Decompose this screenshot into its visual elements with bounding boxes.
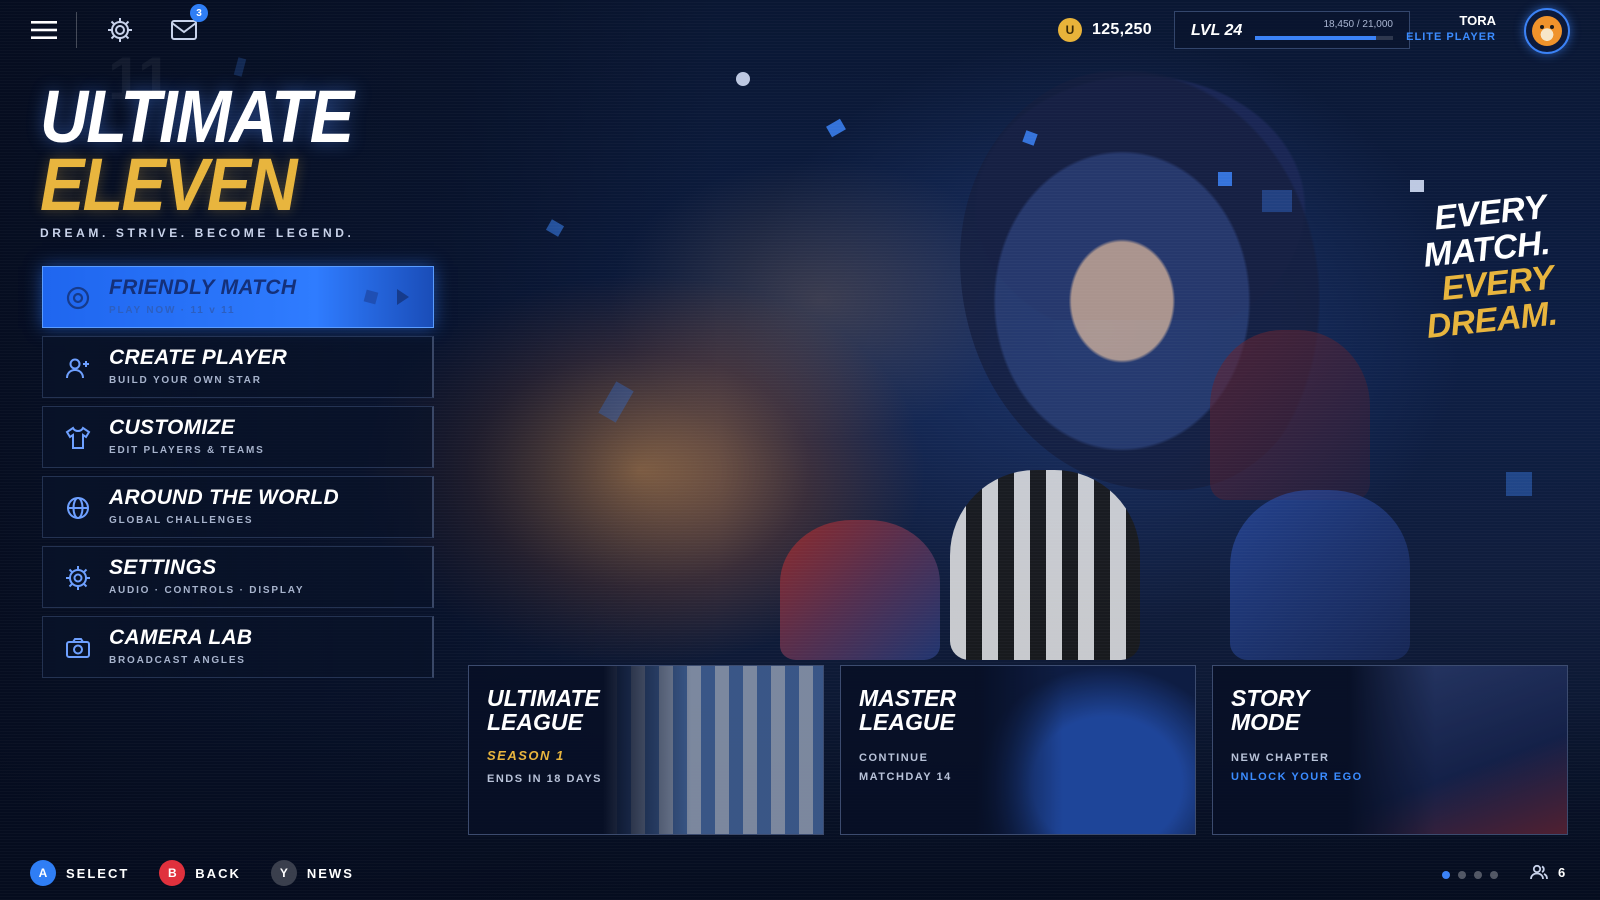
card-tag: SEASON 1 <box>487 748 565 764</box>
card-title: ULTIMATE LEAGUE <box>487 685 600 736</box>
a-button-icon: A <box>30 860 56 886</box>
menu-item-subtitle: PLAY NOW · 11 v 11 <box>109 305 236 316</box>
target-icon <box>66 286 90 310</box>
level-panel[interactable]: LVL 24 18,450 / 21,000 <box>1174 11 1410 49</box>
menu-item-title: CREATE PLAYER <box>109 346 288 369</box>
game-tagline: DREAM. STRIVE. BECOME LEGEND. <box>40 226 355 240</box>
mode-card-ultimate-league[interactable]: ULTIMATE LEAGUE SEASON 1 ENDS IN 18 DAYS <box>468 665 824 835</box>
gear-icon <box>66 566 90 590</box>
card-line: NEW CHAPTER <box>1231 752 1330 765</box>
users-icon <box>1530 864 1548 880</box>
profile-info[interactable]: TORA ELITE PLAYER <box>1406 13 1496 43</box>
card-line: CONTINUE <box>859 752 929 765</box>
back-hint[interactable]: B BACK <box>159 860 241 886</box>
card-art <box>1347 666 1567 834</box>
xp-progress-bar <box>1255 36 1393 40</box>
menu-item-title: AROUND THE WORLD <box>109 486 339 509</box>
card-title: MASTER LEAGUE <box>859 685 957 736</box>
page-dot[interactable] <box>1458 871 1466 879</box>
shirt-icon <box>65 426 91 449</box>
menu-item-subtitle: EDIT PLAYERS & TEAMS <box>109 445 265 456</box>
select-hint[interactable]: A SELECT <box>30 860 129 886</box>
coin-icon: U <box>1058 18 1082 42</box>
xp-progress-fill <box>1255 36 1377 40</box>
menu-item-subtitle: BUILD YOUR OWN STAR <box>109 375 262 386</box>
hint-label: NEWS <box>306 865 354 881</box>
mode-card-story-mode[interactable]: STORY MODE NEW CHAPTER UNLOCK YOUR EGO <box>1212 665 1568 835</box>
player-rank: ELITE PLAYER <box>1406 31 1496 43</box>
mail-icon <box>171 20 197 40</box>
menu-item-camera-lab[interactable]: CAMERA LAB BROADCAST ANGLES <box>42 616 434 678</box>
camera-icon <box>66 638 90 658</box>
main-menu: FRIENDLY MATCH PLAY NOW · 11 v 11 CREATE… <box>42 266 434 686</box>
news-hint[interactable]: Y NEWS <box>270 860 354 886</box>
notification-badge: 3 <box>190 4 208 22</box>
tiger-avatar-icon <box>1532 16 1562 46</box>
menu-item-subtitle: BROADCAST ANGLES <box>109 655 246 666</box>
avatar[interactable] <box>1524 8 1570 54</box>
menu-item-friendly-match[interactable]: FRIENDLY MATCH PLAY NOW · 11 v 11 <box>42 266 434 328</box>
menu-item-title: FRIENDLY MATCH <box>109 276 297 299</box>
mail-button[interactable]: 3 <box>166 4 208 48</box>
controller-hints: A SELECT B BACK Y NEWS <box>30 860 354 886</box>
menu-item-create-player[interactable]: CREATE PLAYER BUILD YOUR OWN STAR <box>42 336 434 398</box>
card-title: STORY MODE <box>1231 685 1309 736</box>
top-bar: 3 U 125,250 LVL 24 18,450 / 21,000 TORA … <box>0 0 1600 64</box>
page-indicator <box>1442 871 1498 879</box>
play-arrow-icon <box>397 289 409 305</box>
page-dot[interactable] <box>1490 871 1498 879</box>
player-name: TORA <box>1459 13 1496 28</box>
online-count: 6 <box>1558 864 1566 880</box>
menu-item-customize[interactable]: CUSTOMIZE EDIT PLAYERS & TEAMS <box>42 406 434 468</box>
add-user-icon <box>66 358 89 379</box>
menu-item-title: CUSTOMIZE <box>109 416 235 439</box>
page-dot[interactable] <box>1442 871 1450 879</box>
card-art <box>975 666 1195 834</box>
menu-item-subtitle: AUDIO · CONTROLS · DISPLAY <box>109 585 305 596</box>
card-art <box>603 666 823 834</box>
game-title-line2: ELEVEN <box>40 143 297 226</box>
coin-balance: U 125,250 <box>1058 18 1152 42</box>
selection-marker <box>363 289 379 305</box>
level-label: LVL 24 <box>1191 22 1243 39</box>
slogan: EVERY MATCH. EVERY DREAM. <box>1414 188 1559 346</box>
menu-item-title: SETTINGS <box>109 556 217 579</box>
menu-item-around-the-world[interactable]: AROUND THE WORLD GLOBAL CHALLENGES <box>42 476 434 538</box>
page-dot[interactable] <box>1474 871 1482 879</box>
menu-item-settings[interactable]: SETTINGS AUDIO · CONTROLS · DISPLAY <box>42 546 434 608</box>
card-line: ENDS IN 18 DAYS <box>487 773 603 786</box>
hint-label: SELECT <box>66 865 130 881</box>
globe-icon <box>67 497 89 519</box>
hamburger-menu-icon[interactable] <box>26 12 62 48</box>
card-line: UNLOCK YOUR EGO <box>1231 771 1363 784</box>
mode-card-master-league[interactable]: MASTER LEAGUE CONTINUE MATCHDAY 14 <box>840 665 1196 835</box>
coin-value: 125,250 <box>1092 21 1152 38</box>
hint-label: BACK <box>195 865 241 881</box>
b-button-icon: B <box>159 860 186 886</box>
gear-icon[interactable] <box>102 12 138 48</box>
xp-text: 18,450 / 21,000 <box>1323 19 1393 30</box>
y-button-icon: Y <box>270 860 297 886</box>
menu-item-title: CAMERA LAB <box>109 626 253 649</box>
divider <box>76 12 77 48</box>
menu-item-subtitle: GLOBAL CHALLENGES <box>109 515 254 526</box>
card-line: MATCHDAY 14 <box>859 771 952 784</box>
online-players[interactable]: 6 <box>1530 864 1565 880</box>
